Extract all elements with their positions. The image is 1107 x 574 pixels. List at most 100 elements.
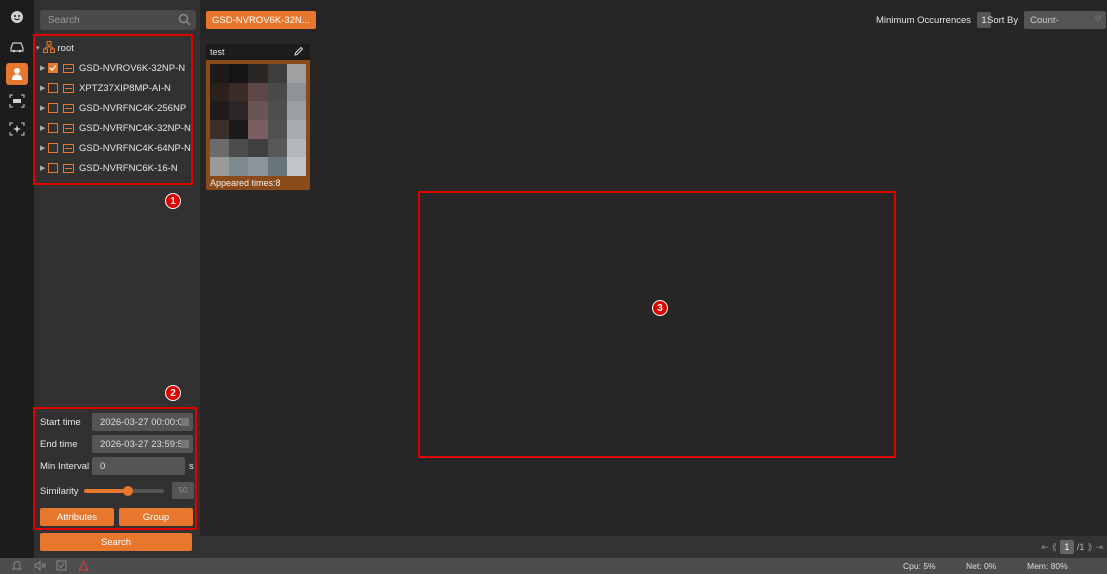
- min-occurrences-label: Minimum Occurrences: [876, 14, 972, 26]
- search-box: [40, 10, 196, 30]
- chevron-down-icon: ▽: [1095, 14, 1102, 23]
- expand-arrow-icon[interactable]: ▶: [40, 144, 48, 152]
- nvr-device-icon: [63, 163, 74, 173]
- min-interval-input[interactable]: 0: [92, 457, 185, 475]
- tree-item-device-6[interactable]: ▶ GSD-NVRFNC6K-16-N: [40, 160, 178, 176]
- prev-page-icon[interactable]: ⟪: [1052, 542, 1057, 553]
- min-interval-label: Min Interval: [40, 460, 90, 472]
- current-page-input[interactable]: 1: [1059, 540, 1074, 554]
- search-button[interactable]: Search: [40, 533, 192, 551]
- similarity-slider[interactable]: [84, 486, 164, 496]
- tree-item-device-2[interactable]: ▶ XPTZ37XIP8MP-AI-N: [40, 80, 171, 96]
- nav-rail: [0, 0, 34, 558]
- expand-arrow-icon[interactable]: ▾: [36, 44, 40, 52]
- mosaic-tile: [248, 119, 268, 139]
- first-page-icon[interactable]: ⇤: [1041, 542, 1049, 553]
- nvr-device-icon: [63, 143, 74, 153]
- sort-by-select[interactable]: Count- ▽: [1024, 11, 1107, 29]
- tree-item-device-5[interactable]: ▶ GSD-NVRFNC4K-64NP-N: [40, 140, 191, 156]
- device-checkbox[interactable]: [48, 163, 58, 173]
- attributes-button[interactable]: Attributes: [40, 508, 114, 526]
- calendar-icon[interactable]: [181, 440, 189, 448]
- device-checkbox[interactable]: [48, 63, 58, 73]
- selected-device-tag[interactable]: GSD-NVROV6K-32N...: [206, 11, 316, 29]
- nvr-device-icon: [63, 123, 74, 133]
- appeared-times: Appeared times:8: [210, 178, 281, 188]
- org-tree-icon: [42, 40, 55, 56]
- device-label: GSD-NVRFNC4K-32NP-N: [79, 122, 191, 134]
- end-time-field[interactable]: 2026-03-27 23:59:59: [92, 435, 193, 453]
- result-thumbnail[interactable]: [210, 64, 306, 176]
- mosaic-tile: [248, 157, 268, 176]
- card-header: test: [206, 44, 310, 60]
- end-time-label: End time: [40, 438, 78, 450]
- card-title: test: [210, 47, 225, 57]
- tree-item-device-1[interactable]: ▶ GSD-NVROV6K-32NP-N: [40, 60, 185, 76]
- result-card[interactable]: test Appeared times:8: [206, 44, 310, 190]
- mosaic-tile: [229, 157, 249, 176]
- mosaic-tile: [229, 82, 249, 102]
- nvr-device-icon: [63, 63, 74, 73]
- edit-pencil-icon[interactable]: [294, 46, 304, 58]
- expand-arrow-icon[interactable]: ▶: [40, 104, 48, 112]
- mosaic-tile: [210, 82, 230, 102]
- expand-arrow-icon[interactable]: ▶: [40, 124, 48, 132]
- mosaic-tile: [229, 101, 249, 120]
- mosaic-tile: [286, 157, 306, 176]
- device-label: GSD-NVRFNC4K-256NP: [79, 102, 187, 114]
- mosaic-tile: [286, 138, 306, 158]
- screen-icon[interactable]: [56, 560, 67, 573]
- last-page-icon[interactable]: ⇥: [1095, 542, 1103, 553]
- mosaic-tile: [286, 82, 306, 102]
- callout-badge-3: 3: [652, 300, 668, 316]
- start-time-field[interactable]: 2026-03-27 00:00:00: [92, 413, 193, 431]
- plate-icon[interactable]: [6, 90, 28, 112]
- tree-root[interactable]: ▾ root: [36, 40, 74, 56]
- mosaic-tile: [286, 119, 306, 139]
- search-icon[interactable]: [178, 13, 191, 29]
- similarity-slider-handle[interactable]: [123, 486, 133, 496]
- start-time-row: Start time 2026-03-27 00:00:00: [40, 413, 193, 431]
- scan-target-icon[interactable]: [6, 118, 28, 140]
- person-icon[interactable]: [6, 63, 28, 85]
- mosaic-tile: [248, 101, 268, 120]
- tree-item-device-4[interactable]: ▶ GSD-NVRFNC4K-32NP-N: [40, 120, 191, 136]
- next-page-icon[interactable]: ⟫: [1087, 542, 1092, 553]
- sort-by-label: Sort By: [987, 14, 1019, 26]
- results-area: GSD-NVROV6K-32N... Minimum Occurrences 1…: [200, 0, 1107, 558]
- search-input[interactable]: [40, 10, 172, 30]
- mosaic-tile: [229, 119, 249, 139]
- bell-icon[interactable]: [11, 560, 23, 573]
- mosaic-tile: [267, 119, 287, 139]
- calendar-icon[interactable]: [181, 418, 189, 426]
- face-icon[interactable]: [6, 6, 28, 28]
- pager: ⇤ ⟪ 1 /1 ⟫ ⇥: [1041, 540, 1103, 554]
- expand-arrow-icon[interactable]: ▶: [40, 164, 48, 172]
- min-interval-row: Min Interval 0 s: [40, 457, 194, 475]
- group-button[interactable]: Group: [119, 508, 193, 526]
- start-time-label: Start time: [40, 416, 81, 428]
- expand-arrow-icon[interactable]: ▶: [40, 84, 48, 92]
- mosaic-tile: [267, 64, 287, 83]
- mosaic-tile: [248, 64, 268, 83]
- mosaic-tile: [248, 82, 268, 102]
- mosaic-tile: [267, 138, 287, 158]
- mosaic-tile: [210, 157, 230, 176]
- similarity-value[interactable]: 50: [172, 482, 194, 499]
- mosaic-tile: [210, 138, 230, 158]
- expand-arrow-icon[interactable]: ▶: [40, 64, 48, 72]
- vehicle-icon[interactable]: [6, 36, 28, 58]
- device-checkbox[interactable]: [48, 123, 58, 133]
- left-panel: ▾ root ▶ GSD-NVROV6K-32NP-N ▶ XPTZ37XIP8…: [34, 0, 200, 558]
- mute-icon[interactable]: [34, 560, 47, 573]
- device-checkbox[interactable]: [48, 83, 58, 93]
- similarity-slider-fill: [84, 489, 128, 493]
- tree-item-device-3[interactable]: ▶ GSD-NVRFNC4K-256NP: [40, 100, 186, 116]
- start-time-value: 2026-03-27 00:00:00: [100, 416, 189, 428]
- alarm-warning-icon[interactable]: [78, 559, 89, 573]
- device-checkbox[interactable]: [48, 143, 58, 153]
- device-checkbox[interactable]: [48, 103, 58, 113]
- status-bar: Cpu: 5% Net: 0% Mem: 80%: [0, 558, 1107, 574]
- device-label: GSD-NVRFNC4K-64NP-N: [79, 142, 191, 154]
- nvr-device-icon: [63, 83, 74, 93]
